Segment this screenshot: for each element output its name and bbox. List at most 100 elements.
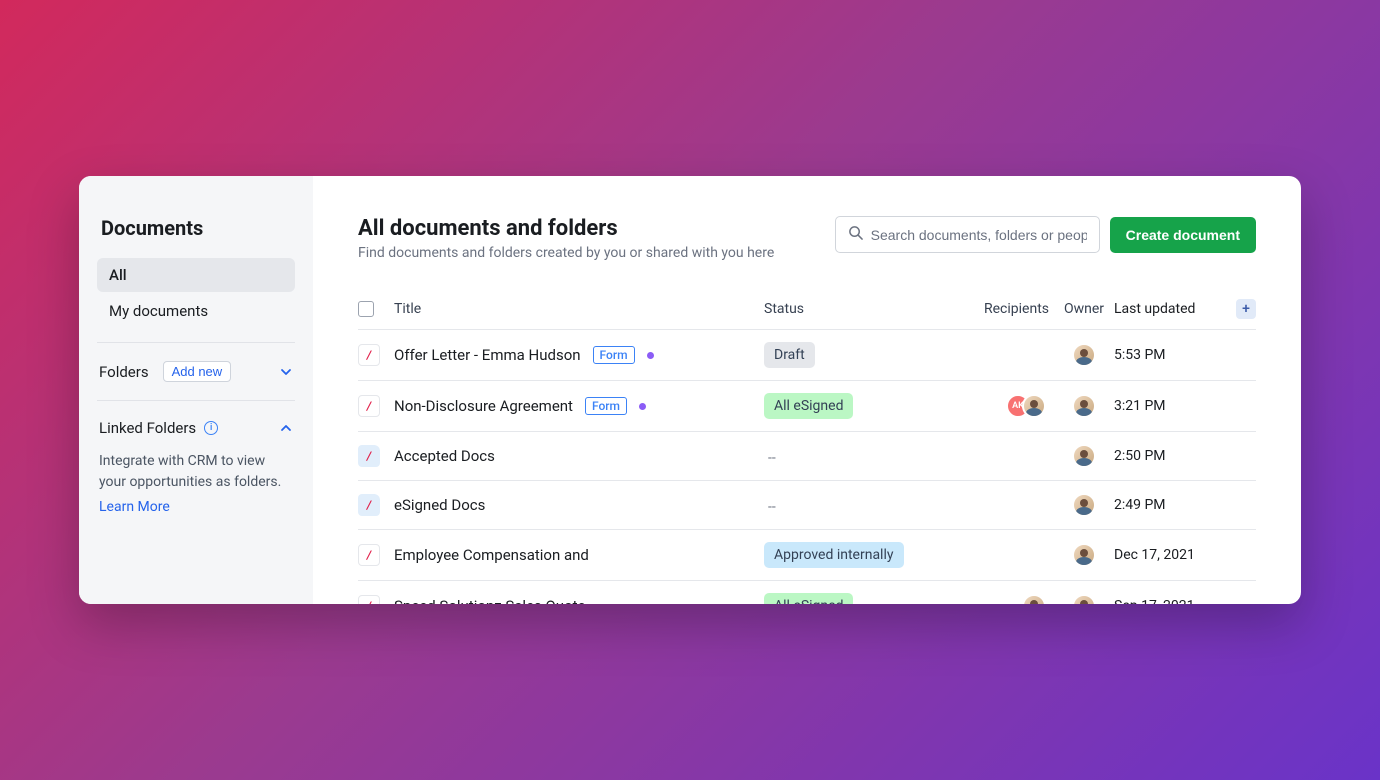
folders-label: Folders Add new <box>99 361 231 382</box>
document-title[interactable]: Employee Compensation and <box>394 546 589 564</box>
table-row[interactable]: / eSigned Docs -- 2:49 PM <box>358 481 1256 530</box>
search-icon <box>848 225 863 244</box>
document-icon: / <box>358 544 380 566</box>
table-row[interactable]: /Accepted Docs--2:50 PM <box>358 432 1256 481</box>
title-block: All documents and folders Find documents… <box>358 216 774 261</box>
table-row[interactable]: / Employee Compensation and Approved inter… <box>358 530 1256 581</box>
folder-icon: / <box>358 445 380 467</box>
row-updated-cell: 2:49 PM <box>1114 497 1234 513</box>
owner-avatar[interactable] <box>1072 594 1096 604</box>
row-updated-cell: 5:53 PM <box>1114 347 1234 363</box>
app-window: Documents All My documents Folders Add n… <box>79 176 1301 604</box>
row-title-cell: Non-Disclosure Agreement Form <box>394 397 764 415</box>
row-icon-cell: / <box>358 445 394 467</box>
row-status-cell: All eSigned <box>764 593 984 604</box>
row-icon-cell: / <box>358 595 394 604</box>
col-header-updated[interactable]: Last updated <box>1114 301 1234 317</box>
row-recipients-cell: AK <box>984 394 1054 418</box>
row-recipients-cell <box>984 594 1054 604</box>
row-status-cell: Approved internally <box>764 542 984 568</box>
document-title[interactable]: Speed Solutionz Sales Quote <box>394 597 585 604</box>
search-box[interactable] <box>835 216 1100 253</box>
linked-folders-description: Integrate with CRM to view your opportun… <box>97 451 295 518</box>
avatar <box>1022 394 1046 418</box>
select-all-checkbox[interactable] <box>358 301 374 317</box>
document-title[interactable]: Non-Disclosure Agreement <box>394 397 573 415</box>
owner-avatar[interactable] <box>1072 543 1096 567</box>
search-input[interactable] <box>871 227 1087 243</box>
row-owner-cell <box>1054 493 1114 517</box>
row-status-cell: Draft <box>764 342 984 368</box>
row-title-cell: eSigned Docs <box>394 496 764 514</box>
row-owner-cell <box>1054 543 1114 567</box>
document-title[interactable]: Accepted Docs <box>394 447 495 465</box>
document-title[interactable]: Offer Letter - Emma Hudson <box>394 346 581 364</box>
row-icon-cell: / <box>358 544 394 566</box>
chevron-down-icon <box>279 365 293 379</box>
form-tag: Form <box>585 397 627 415</box>
linked-folders-section-header[interactable]: Linked Folders i <box>97 415 295 441</box>
status-empty: -- <box>764 499 776 515</box>
main-header: All documents and folders Find documents… <box>358 216 1256 261</box>
recipient-avatars[interactable] <box>1022 594 1046 604</box>
sidebar-item-all[interactable]: All <box>97 258 295 292</box>
status-badge: Draft <box>764 342 815 368</box>
sidebar-item-label: All <box>109 266 127 284</box>
owner-avatar[interactable] <box>1072 493 1096 517</box>
page-subtitle: Find documents and folders created by yo… <box>358 245 774 261</box>
document-title[interactable]: eSigned Docs <box>394 496 485 514</box>
folder-icon: / <box>358 494 380 516</box>
row-icon-cell: / <box>358 395 394 417</box>
table-row[interactable]: / Speed Solutionz Sales Quote All eSigned S… <box>358 581 1256 604</box>
owner-avatar[interactable] <box>1072 394 1096 418</box>
row-updated-cell: 3:21 PM <box>1114 398 1234 414</box>
row-owner-cell <box>1054 394 1114 418</box>
linked-folders-label: Linked Folders i <box>99 419 218 437</box>
document-icon: / <box>358 595 380 604</box>
status-badge: All eSigned <box>764 393 853 419</box>
row-icon-cell: / <box>358 344 394 366</box>
row-title-cell: Offer Letter - Emma HudsonForm <box>394 346 764 364</box>
chevron-up-icon <box>279 421 293 435</box>
document-icon: / <box>358 344 380 366</box>
learn-more-link[interactable]: Learn More <box>99 497 293 518</box>
status-badge: All eSigned <box>764 593 853 604</box>
owner-avatar[interactable] <box>1072 444 1096 468</box>
unread-dot-icon <box>639 403 646 410</box>
sidebar-item-my-documents[interactable]: My documents <box>97 294 295 328</box>
col-header-title[interactable]: Title <box>394 301 764 317</box>
owner-avatar[interactable] <box>1072 343 1096 367</box>
add-new-folder-button[interactable]: Add new <box>163 361 232 382</box>
row-owner-cell <box>1054 444 1114 468</box>
row-title-cell: Accepted Docs <box>394 447 764 465</box>
table-body: /Offer Letter - Emma HudsonFormDraft5:53… <box>358 330 1256 604</box>
row-owner-cell <box>1054 594 1114 604</box>
row-title-cell: Employee Compensation and <box>394 546 764 564</box>
document-icon: / <box>358 395 380 417</box>
recipient-avatars[interactable]: AK <box>1006 394 1046 418</box>
select-all-cell <box>358 301 394 317</box>
sidebar: Documents All My documents Folders Add n… <box>79 176 313 604</box>
row-owner-cell <box>1054 343 1114 367</box>
main-content: All documents and folders Find documents… <box>313 176 1301 604</box>
row-updated-cell: Sep 17, 2021 <box>1114 598 1234 604</box>
col-header-recipients[interactable]: Recipients <box>984 301 1054 317</box>
row-updated-cell: 2:50 PM <box>1114 448 1234 464</box>
row-status-cell: All eSigned <box>764 393 984 419</box>
folders-section-header[interactable]: Folders Add new <box>97 357 295 386</box>
avatar <box>1022 594 1046 604</box>
col-header-owner[interactable]: Owner <box>1054 301 1114 317</box>
status-badge: Approved internally <box>764 542 904 568</box>
row-status-cell: -- <box>764 496 984 515</box>
divider <box>97 400 295 401</box>
table-header-row: Title Status Recipients Owner Last updat… <box>358 291 1256 330</box>
table-row[interactable]: / Non-Disclosure Agreement Form All eSigned… <box>358 381 1256 432</box>
create-document-button[interactable]: Create document <box>1110 217 1256 253</box>
sidebar-title: Documents <box>97 216 295 240</box>
divider <box>97 342 295 343</box>
info-icon[interactable]: i <box>204 421 218 435</box>
col-header-status[interactable]: Status <box>764 301 984 317</box>
row-title-cell: Speed Solutionz Sales Quote <box>394 597 764 604</box>
table-row[interactable]: / Offer Letter - Emma HudsonFormDraft 5:53… <box>358 330 1256 381</box>
add-column-button[interactable]: + <box>1236 299 1256 319</box>
